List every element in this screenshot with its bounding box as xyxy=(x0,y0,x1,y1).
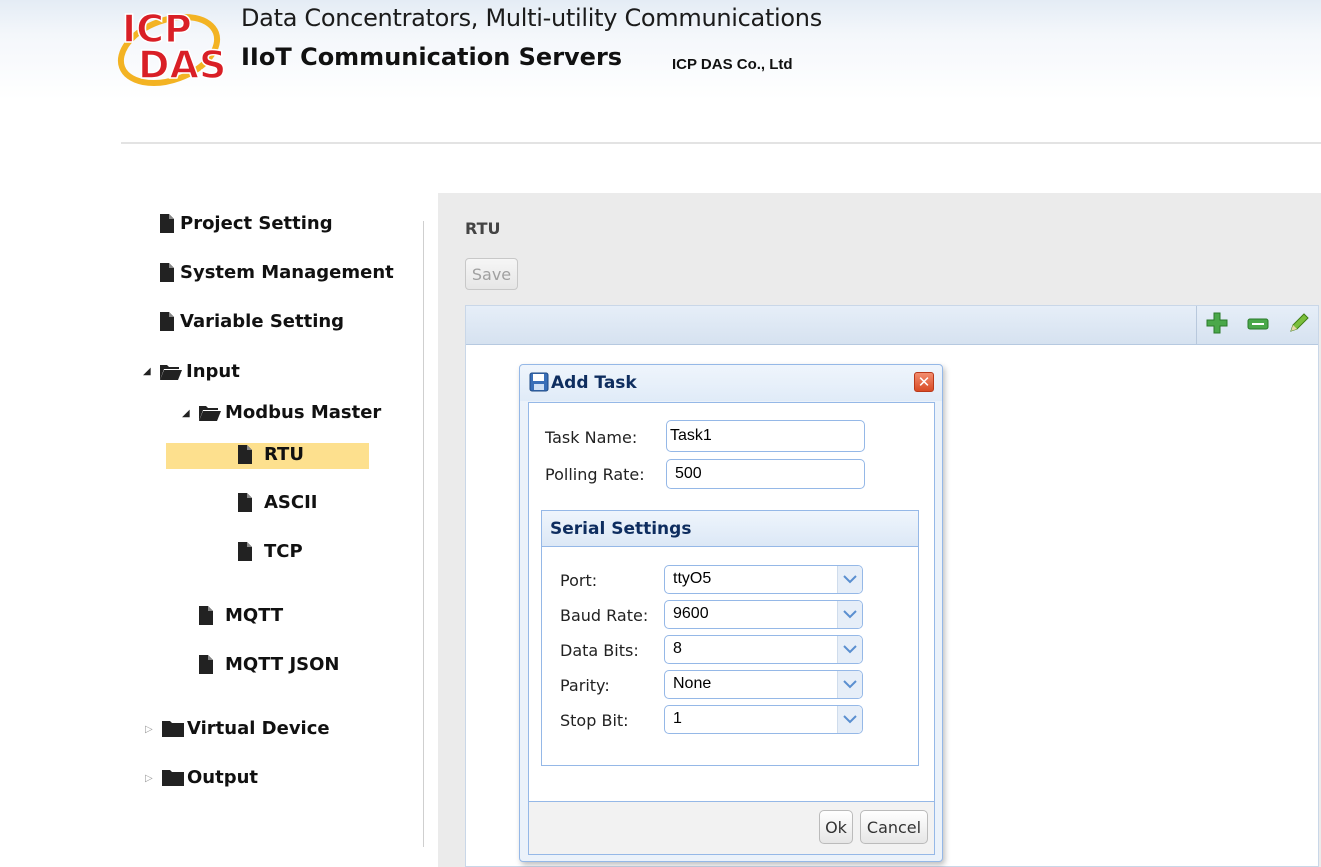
port-value: ttyO5 xyxy=(673,570,712,587)
file-icon xyxy=(160,214,174,233)
file-icon xyxy=(238,542,252,561)
parity-label: Parity: xyxy=(560,676,610,695)
save-icon xyxy=(529,372,549,392)
tree-item-label: RTU xyxy=(264,444,304,465)
tree-item-ascii[interactable]: ASCII xyxy=(238,492,318,513)
file-icon xyxy=(238,493,252,512)
tree-item-output[interactable]: Output xyxy=(162,767,258,788)
tree-item-label: Modbus Master xyxy=(225,402,382,423)
baud-rate-select[interactable]: 9600 xyxy=(664,600,863,629)
chevron-down-icon[interactable] xyxy=(837,636,862,663)
tree-item-input[interactable]: Input xyxy=(160,361,240,382)
grid-toolbar xyxy=(466,306,1318,345)
baud-rate-value: 9600 xyxy=(673,605,709,622)
page-title: RTU xyxy=(465,219,501,238)
parity-value: None xyxy=(673,675,712,692)
tree-item-label: MQTT JSON xyxy=(225,654,340,675)
file-icon xyxy=(238,445,252,464)
chevron-down-icon[interactable] xyxy=(837,601,862,628)
file-icon xyxy=(160,263,174,282)
tree-item-label: MQTT xyxy=(225,605,284,626)
company-name: ICP DAS Co., Ltd xyxy=(672,56,793,73)
data-bits-value: 8 xyxy=(673,640,682,657)
header-divider xyxy=(121,142,1321,144)
tree-item-tcp[interactable]: TCP xyxy=(238,541,303,562)
port-select[interactable]: ttyO5 xyxy=(664,565,863,594)
open-folder-icon xyxy=(199,404,221,421)
svg-text:DAS: DAS xyxy=(138,43,226,87)
tree-item-mqtt[interactable]: MQTT xyxy=(199,605,283,626)
closed-folder-icon xyxy=(162,769,184,786)
tree-item-mqtt-json[interactable]: MQTT JSON xyxy=(199,654,339,675)
icp-das-logo: ICP DAS xyxy=(114,0,227,90)
tree-item-virtual-device[interactable]: Virtual Device xyxy=(162,718,330,739)
tree-item-label: ASCII xyxy=(264,492,318,513)
add-task-button[interactable] xyxy=(1205,312,1229,338)
pencil-icon xyxy=(1288,312,1310,338)
chevron-down-icon[interactable] xyxy=(837,671,862,698)
file-icon xyxy=(160,312,174,331)
open-folder-icon xyxy=(160,363,182,380)
data-bits-select[interactable]: 8 xyxy=(664,635,863,664)
plus-icon xyxy=(1206,312,1228,338)
header-title: IIoT Communication Servers xyxy=(241,43,623,71)
tree-item-modbus-master[interactable]: Modbus Master xyxy=(199,402,381,423)
parity-select[interactable]: None xyxy=(664,670,863,699)
page-header: ICP DAS Data Concentrators, Multi-utilit… xyxy=(0,0,1321,100)
tree-item-label: System Management xyxy=(180,262,394,283)
minus-icon xyxy=(1247,316,1269,335)
stop-bit-value: 1 xyxy=(673,710,682,727)
chevron-down-icon[interactable] xyxy=(837,706,862,733)
serial-settings-header: Serial Settings xyxy=(542,511,918,547)
tree-item-project-setting[interactable]: Project Setting xyxy=(160,213,333,234)
dialog-titlebar: Add Task ✕ xyxy=(520,365,942,401)
sidebar-divider xyxy=(423,221,424,847)
expand-toggle-icon[interactable]: ◢ xyxy=(182,408,190,419)
serial-settings-title: Serial Settings xyxy=(550,519,692,539)
ok-button[interactable]: Ok xyxy=(819,810,853,844)
tree-item-label: Virtual Device xyxy=(187,718,330,739)
tree-item-label: TCP xyxy=(264,541,303,562)
file-icon xyxy=(199,606,213,625)
collapse-toggle-icon[interactable]: ▷ xyxy=(145,773,153,784)
task-name-label: Task Name: xyxy=(545,428,638,447)
stop-bit-label: Stop Bit: xyxy=(560,711,629,730)
tree-item-label: Project Setting xyxy=(180,213,333,234)
cancel-button[interactable]: Cancel xyxy=(860,810,928,844)
edit-task-button[interactable] xyxy=(1287,313,1311,337)
port-label: Port: xyxy=(560,571,598,590)
tree-item-label: Input xyxy=(186,361,240,382)
close-icon[interactable]: ✕ xyxy=(914,372,934,392)
header-subtitle: Data Concentrators, Multi-utility Commun… xyxy=(241,4,822,32)
polling-rate-label: Polling Rate: xyxy=(545,465,645,484)
dialog-title: Add Task xyxy=(551,373,637,393)
toolbar-separator xyxy=(1196,306,1197,344)
tree-item-system-management[interactable]: System Management xyxy=(160,262,394,283)
collapse-toggle-icon[interactable]: ▷ xyxy=(145,724,153,735)
file-icon xyxy=(199,655,213,674)
tree-item-rtu[interactable]: RTU xyxy=(238,444,304,465)
tree-item-label: Output xyxy=(187,767,259,788)
remove-task-button[interactable] xyxy=(1246,313,1270,337)
tree-item-label: Variable Setting xyxy=(180,311,345,332)
task-name-input[interactable] xyxy=(666,420,865,452)
data-bits-label: Data Bits: xyxy=(560,641,639,660)
save-button[interactable]: Save xyxy=(465,258,518,290)
tree-item-variable-setting[interactable]: Variable Setting xyxy=(160,311,344,332)
closed-folder-icon xyxy=(162,720,184,737)
chevron-down-icon[interactable] xyxy=(837,566,862,593)
expand-toggle-icon[interactable]: ◢ xyxy=(143,366,151,377)
stop-bit-select[interactable]: 1 xyxy=(664,705,863,734)
polling-rate-input[interactable] xyxy=(666,459,865,489)
baud-rate-label: Baud Rate: xyxy=(560,606,649,625)
